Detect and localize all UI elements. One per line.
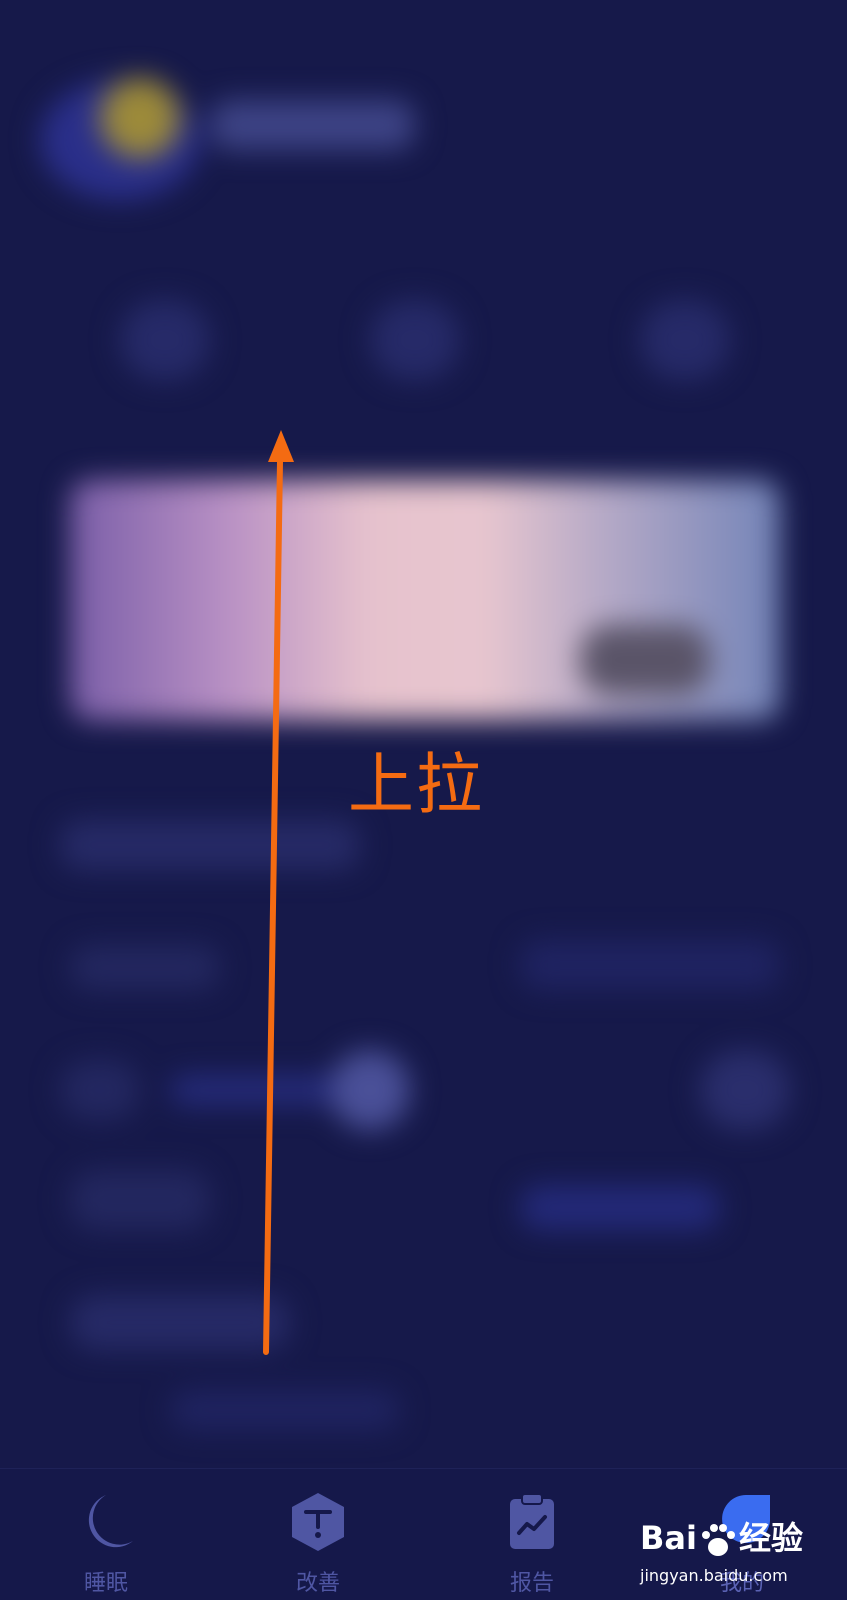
tab-report-label: 报告 [509,1571,554,1596]
avatar [100,78,180,158]
stat-placeholder [640,300,730,380]
improve-hexagon-icon [292,1493,344,1551]
list-item-value [520,940,780,990]
slider-knob [330,1050,410,1130]
tab-improve[interactable]: 改善 [248,1469,388,1600]
watermark-brand-prefix: Bai [640,1519,697,1557]
blurred-content [0,0,847,1470]
moon-icon [88,1495,133,1548]
swipe-up-instruction: 上拉 [348,746,484,823]
tab-improve-label: 改善 [295,1571,340,1596]
slider-track [170,1075,350,1105]
paw-icon [701,1524,735,1556]
tab-sleep-label: 睡眠 [83,1571,128,1596]
list-item [60,1060,140,1120]
username-placeholder [210,100,415,150]
baidu-jingyan-watermark: Bai 经验 jingyan.baidu.com [640,1512,840,1594]
report-clipboard-icon [510,1493,554,1549]
watermark-logo: Bai 经验 [640,1512,803,1564]
watermark-url: jingyan.baidu.com [640,1566,788,1585]
watermark-brand-suffix: 经验 [738,1519,803,1557]
list-item [70,1295,290,1350]
list-item-value [520,1185,720,1230]
list-item [60,820,360,870]
stat-placeholder [120,300,210,380]
list-item [170,1390,400,1430]
tab-report[interactable]: 报告 [462,1469,602,1600]
app-screen: 上拉 睡眠 改善 报告 我的 Bai 经验 jingyan.baidu.com [0,0,847,1600]
list-item-value [700,1050,790,1130]
list-item [70,1170,210,1230]
tab-sleep[interactable]: 睡眠 [36,1469,176,1600]
banner-button [580,625,710,695]
list-item [70,945,220,990]
stat-placeholder [370,300,460,380]
